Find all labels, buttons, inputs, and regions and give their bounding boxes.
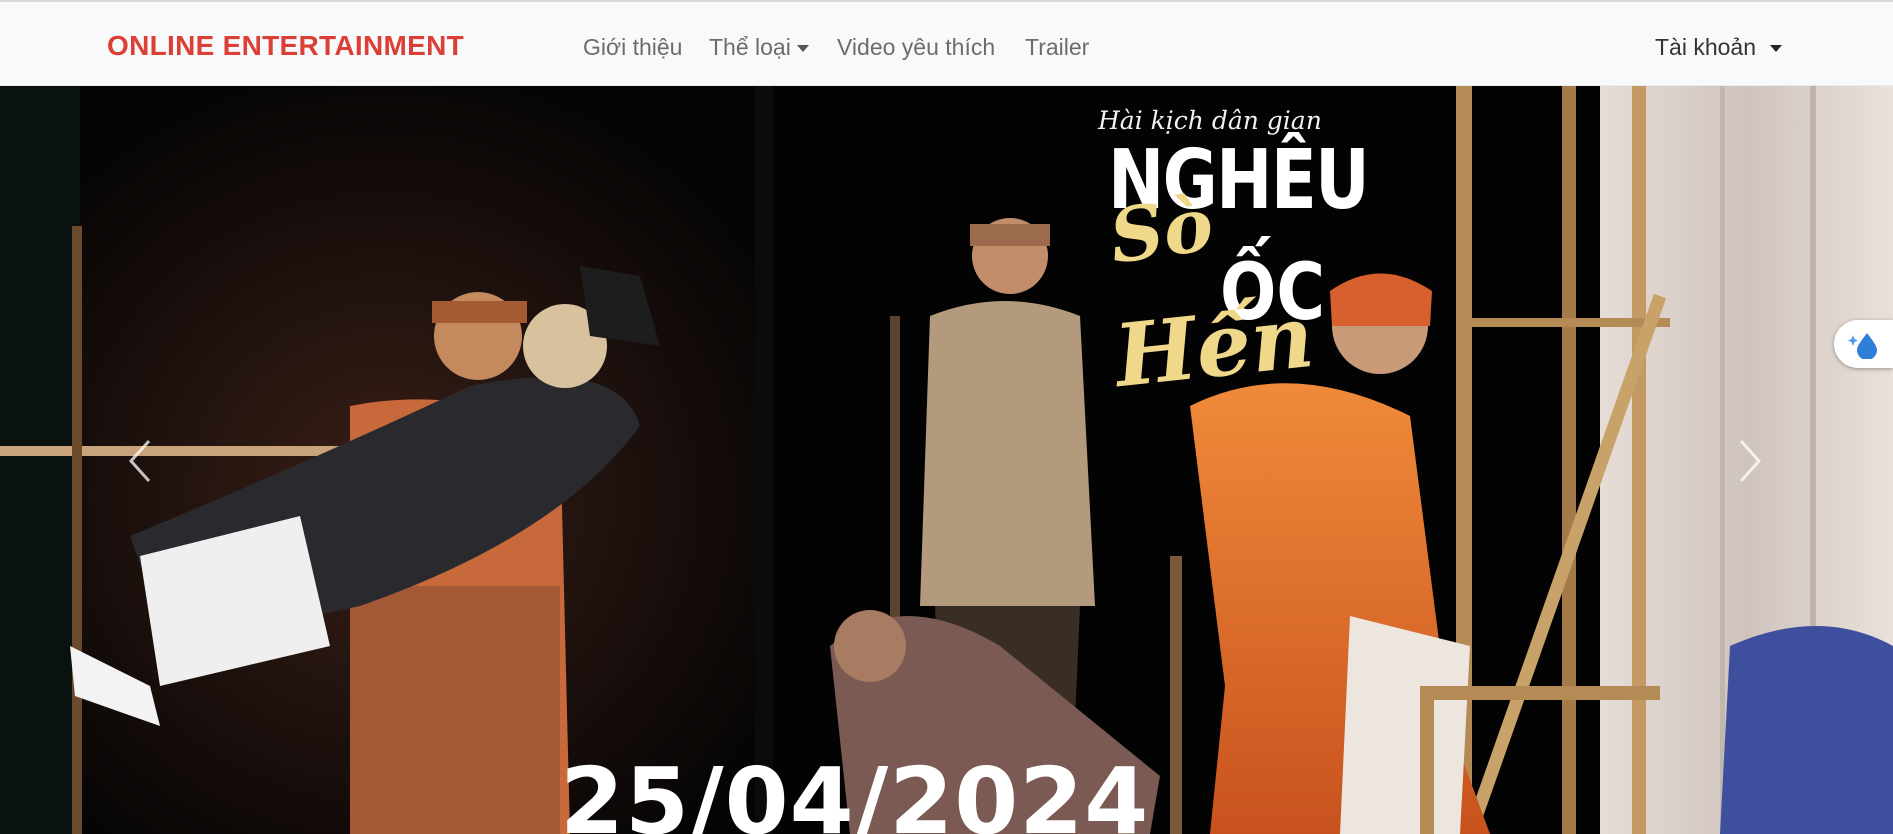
nav-link-gioi-thieu[interactable]: Giới thiệu <box>583 34 682 61</box>
caret-down-icon <box>796 45 809 53</box>
caret-down-icon <box>1770 45 1783 53</box>
nav-link-video-yeu-thich[interactable]: Video yêu thích <box>837 34 995 61</box>
navbar: ONLINE ENTERTAINMENT Giới thiệu Thể loại… <box>0 2 1893 86</box>
poster-subtitle: Hài kịch dân gian <box>1098 106 1322 135</box>
floating-assistant-button[interactable] <box>1834 320 1893 368</box>
poster-word-so: Sò <box>1104 181 1219 281</box>
carousel-slide-image <box>0 86 1893 834</box>
brand-logo-text[interactable]: ONLINE ENTERTAINMENT <box>107 30 464 62</box>
nav-dropdown-the-loai[interactable]: Thể loại <box>709 34 809 61</box>
chevron-right-icon <box>1739 439 1762 483</box>
nav-link-label: Thể loại <box>709 34 791 60</box>
carousel-next-button[interactable] <box>1705 386 1795 536</box>
slide-date-caption: 25/04/2024 <box>560 748 1150 834</box>
nav-link-label: Trailer <box>1025 34 1090 60</box>
water-drop-sparkle-icon <box>1847 333 1877 359</box>
nav-link-trailer[interactable]: Trailer <box>1025 34 1089 61</box>
carousel-prev-button[interactable] <box>95 386 185 536</box>
account-label: Tài khoản <box>1655 34 1757 60</box>
hero-carousel: Hài kịch dân gian NGHÊU Sò ỐC Hến 25/04/… <box>0 86 1893 834</box>
chevron-left-icon <box>128 439 151 483</box>
nav-link-label: Giới thiệu <box>583 34 683 60</box>
account-dropdown[interactable]: Tài khoản <box>1655 34 1783 61</box>
poster-word-hen: Hến <box>1110 285 1319 408</box>
nav-link-label: Video yêu thích <box>837 34 996 60</box>
